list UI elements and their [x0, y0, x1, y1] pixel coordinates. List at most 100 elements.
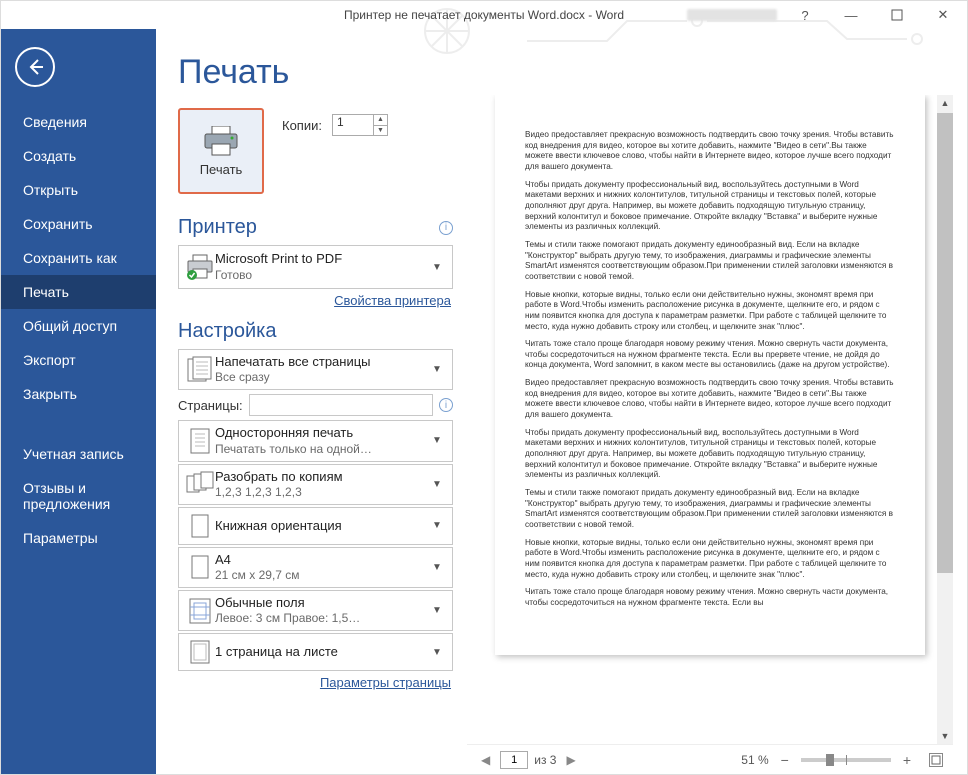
setting-primary: Книжная ориентация — [215, 518, 428, 534]
pages-all-icon — [185, 354, 215, 385]
pages-input[interactable] — [249, 394, 433, 416]
printer-properties-link[interactable]: Свойства принтера — [180, 293, 451, 308]
page-title: Печать — [178, 53, 453, 92]
copies-value: 1 — [337, 115, 344, 129]
chevron-down-icon: ▼ — [428, 262, 446, 273]
collate-icon — [185, 469, 215, 500]
preview-paragraph: Читать тоже стало проще благодаря новому… — [525, 587, 895, 608]
setting-secondary: 21 см x 29,7 см — [215, 568, 428, 583]
print-button-label: Печать — [200, 162, 243, 177]
zoom-out-button[interactable]: − — [777, 752, 793, 768]
backstage-content: Печать Печать Копии: 1 ▲▼ — [156, 29, 967, 774]
zoom-to-page-button[interactable] — [929, 753, 943, 767]
prev-page-button[interactable]: ◀ — [477, 753, 494, 767]
preview-paragraph: Новые кнопки, которые видны, только если… — [525, 538, 895, 581]
help-button[interactable]: ? — [787, 4, 823, 26]
chevron-down-icon: ▼ — [428, 479, 446, 490]
next-page-button[interactable]: ▶ — [562, 753, 579, 767]
titlebar-controls: ? — ✕ — [687, 4, 961, 26]
titlebar: Принтер не печатает документы Word.docx … — [1, 1, 967, 29]
user-name-redacted — [687, 9, 777, 21]
chevron-down-icon: ▼ — [428, 435, 446, 446]
chevron-down-icon: ▼ — [428, 562, 446, 573]
chevron-down-icon: ▼ — [428, 520, 446, 531]
preview-bottom-bar: ◀ из 3 ▶ 51 % − + — [467, 744, 953, 774]
info-icon[interactable]: i — [439, 221, 453, 235]
chevron-down-icon: ▼ — [428, 647, 446, 658]
page-number-input[interactable] — [500, 751, 528, 769]
copies-spinner[interactable]: ▲▼ — [373, 115, 387, 135]
sidebar-item-10[interactable]: Отзывы и предложения — [1, 471, 156, 521]
setting-dropdown-4[interactable]: A4 21 см x 29,7 см ▼ — [178, 547, 453, 588]
pages-per-sheet-icon — [185, 638, 215, 666]
setting-primary: 1 страница на листе — [215, 644, 428, 660]
printer-name: Microsoft Print to PDF — [215, 251, 428, 267]
sidebar-item-6[interactable]: Общий доступ — [1, 309, 156, 343]
zoom-in-button[interactable]: + — [899, 752, 915, 768]
margins-icon — [185, 595, 215, 626]
sidebar-item-5[interactable]: Печать — [1, 275, 156, 309]
zoom-slider[interactable] — [801, 758, 891, 762]
window-title: Принтер не печатает документы Word.docx … — [344, 8, 624, 22]
copies-label: Копии: — [282, 118, 322, 133]
printer-status: Готово — [215, 268, 428, 283]
setting-primary: Разобрать по копиям — [215, 469, 428, 485]
printer-section-title: Принтер i — [178, 216, 453, 239]
setting-dropdown-6[interactable]: 1 страница на листе ▼ — [178, 633, 453, 671]
copies-input[interactable]: 1 ▲▼ — [332, 114, 388, 136]
setting-dropdown-0[interactable]: Напечатать все страницы Все сразу ▼ — [178, 349, 453, 390]
one-side-icon — [185, 425, 215, 456]
print-button[interactable]: Печать — [178, 108, 264, 194]
preview-paragraph: Читать тоже стало проще благодаря новому… — [525, 339, 895, 371]
pages-label: Страницы: — [178, 398, 243, 413]
setting-dropdown-1[interactable]: Односторонняя печать Печатать только на … — [178, 420, 453, 461]
preview-paragraph: Видео предоставляет прекрасную возможнос… — [525, 378, 895, 421]
zoom-level: 51 % — [741, 753, 768, 767]
page-setup-link[interactable]: Параметры страницы — [180, 675, 451, 690]
page-preview: Видео предоставляет прекрасную возможнос… — [495, 95, 925, 655]
settings-section-title: Настройка — [178, 320, 453, 343]
sidebar-item-9[interactable]: Учетная запись — [1, 437, 156, 471]
preview-paragraph: Темы и стили также помогают придать доку… — [525, 488, 895, 531]
setting-dropdown-3[interactable]: Книжная ориентация ▼ — [178, 507, 453, 545]
printer-dropdown[interactable]: Microsoft Print to PDF Готово ▼ — [178, 245, 453, 289]
sidebar-item-2[interactable]: Открыть — [1, 173, 156, 207]
setting-primary: Односторонняя печать — [215, 425, 428, 441]
sidebar-item-3[interactable]: Сохранить — [1, 207, 156, 241]
chevron-down-icon: ▼ — [428, 605, 446, 616]
preview-paragraph: Видео предоставляет прекрасную возможнос… — [525, 130, 895, 173]
preview-paragraph: Темы и стили также помогают придать доку… — [525, 240, 895, 283]
preview-pane: Видео предоставляет прекрасную возможнос… — [467, 53, 953, 774]
info-icon[interactable]: i — [439, 398, 453, 412]
chevron-down-icon: ▼ — [428, 364, 446, 375]
sidebar-item-8[interactable]: Закрыть — [1, 377, 156, 411]
preview-paragraph: Чтобы придать документу профессиональный… — [525, 428, 895, 481]
printer-icon — [203, 126, 239, 156]
preview-paragraph: Новые кнопки, которые видны, только если… — [525, 290, 895, 333]
setting-primary: Напечатать все страницы — [215, 354, 428, 370]
setting-dropdown-5[interactable]: Обычные поля Левое: 3 см Правое: 1,5… ▼ — [178, 590, 453, 631]
setting-secondary: Все сразу — [215, 370, 428, 385]
restore-button[interactable] — [879, 4, 915, 26]
preview-scrollbar[interactable]: ▲ ▼ — [937, 95, 953, 744]
page-total: из 3 — [534, 753, 556, 767]
sidebar-item-11[interactable]: Параметры — [1, 521, 156, 555]
arrow-left-icon — [25, 57, 45, 77]
printer-status-icon — [185, 250, 215, 284]
setting-secondary: Печатать только на одной… — [215, 442, 428, 457]
setting-dropdown-2[interactable]: Разобрать по копиям 1,2,3 1,2,3 1,2,3 ▼ — [178, 464, 453, 505]
minimize-button[interactable]: — — [833, 4, 869, 26]
paper-size-icon — [185, 552, 215, 583]
setting-secondary: Левое: 3 см Правое: 1,5… — [215, 611, 428, 626]
sidebar-item-0[interactable]: Сведения — [1, 105, 156, 139]
sidebar-item-1[interactable]: Создать — [1, 139, 156, 173]
backstage-sidebar: СведенияСоздатьОткрытьСохранитьСохранить… — [1, 29, 156, 774]
setting-primary: A4 — [215, 552, 428, 568]
sidebar-item-4[interactable]: Сохранить как — [1, 241, 156, 275]
setting-primary: Обычные поля — [215, 595, 428, 611]
close-button[interactable]: ✕ — [925, 4, 961, 26]
setting-secondary: 1,2,3 1,2,3 1,2,3 — [215, 485, 428, 500]
back-button[interactable] — [15, 47, 55, 87]
sidebar-item-7[interactable]: Экспорт — [1, 343, 156, 377]
portrait-icon — [185, 512, 215, 540]
